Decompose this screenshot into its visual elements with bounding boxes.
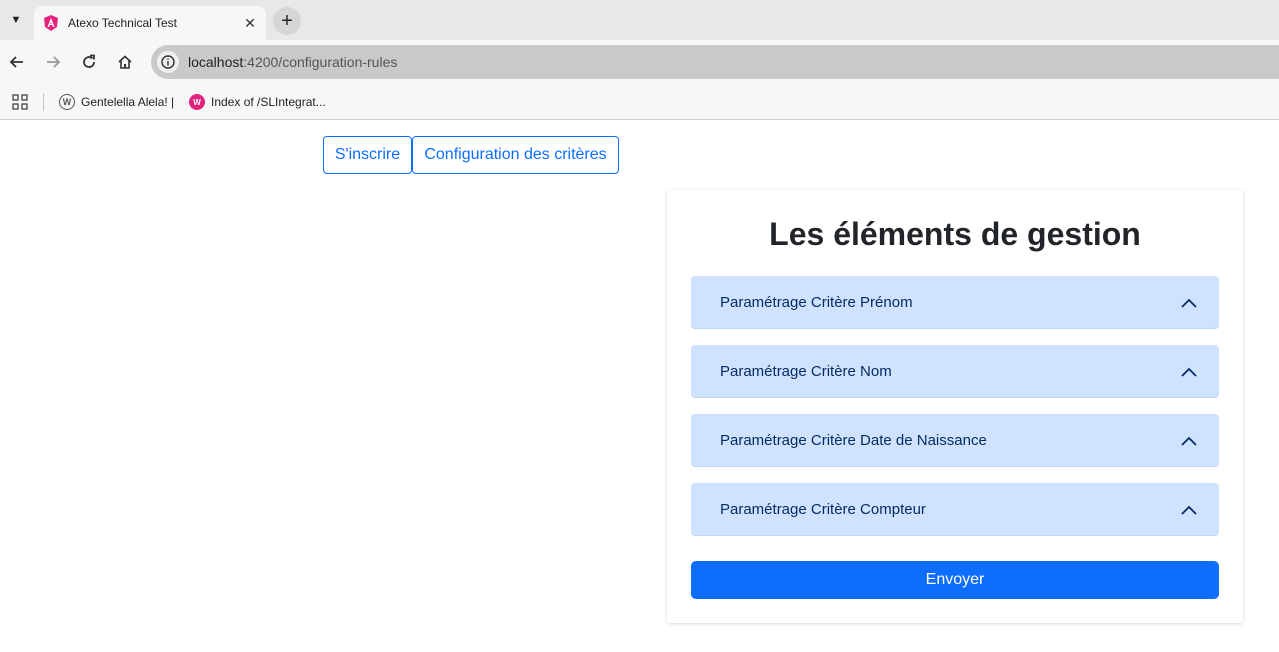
accordion-item-date-naissance[interactable]: Paramétrage Critère Date de Naissance (691, 414, 1219, 467)
tab-title: Atexo Technical Test (68, 16, 177, 30)
accordion-label: Paramétrage Critère Prénom (720, 294, 913, 311)
accordion-item-nom[interactable]: Paramétrage Critère Nom (691, 345, 1219, 398)
apps-grid-icon[interactable] (12, 94, 28, 110)
url-path: :4200/configuration-rules (243, 54, 398, 70)
accordion-label: Paramétrage Critère Date de Naissance (720, 432, 987, 449)
close-tab-icon[interactable]: ✕ (240, 13, 260, 33)
back-icon[interactable] (3, 48, 31, 76)
register-link[interactable]: S'inscrire (323, 136, 412, 174)
accordion-label: Paramétrage Critère Nom (720, 363, 892, 380)
chevron-up-icon (1179, 293, 1199, 313)
bookmarks-bar: W Gentelella Alela! | W Index of /SLInte… (0, 84, 1279, 120)
wordpress-icon: W (59, 94, 75, 110)
browser-tabbar: ▼ Atexo Technical Test ✕ + (0, 0, 1279, 40)
bookmark-index-of[interactable]: W Index of /SLIntegrat... (189, 92, 326, 112)
forward-icon[interactable] (39, 48, 67, 76)
site-info-icon[interactable] (157, 51, 179, 73)
url-host: localhost (188, 54, 244, 70)
management-card: Les éléments de gestion Paramétrage Crit… (667, 190, 1243, 623)
accordion-label: Paramétrage Critère Compteur (720, 501, 926, 518)
bookmark-label: Index of /SLIntegrat... (211, 95, 326, 109)
new-tab-button[interactable]: + (273, 7, 301, 35)
home-icon[interactable] (111, 48, 139, 76)
browser-toolbar: localhost:4200/configuration-rules (0, 40, 1279, 84)
tab-list-dropdown-icon[interactable]: ▼ (4, 8, 28, 32)
browser-tab[interactable]: Atexo Technical Test ✕ (34, 6, 266, 40)
chevron-up-icon (1179, 431, 1199, 451)
address-bar[interactable]: localhost:4200/configuration-rules (151, 45, 1279, 79)
bookmarks-separator (43, 93, 44, 111)
page-content: S'inscrire Configuration des critères Le… (0, 120, 1279, 651)
submit-button[interactable]: Envoyer (691, 561, 1219, 599)
page-title: Les éléments de gestion (769, 216, 1141, 252)
url-text: localhost:4200/configuration-rules (188, 54, 397, 70)
bookmark-gentelella[interactable]: W Gentelella Alela! | (59, 92, 174, 112)
reload-icon[interactable] (75, 48, 103, 76)
accordion-item-prenom[interactable]: Paramétrage Critère Prénom (691, 276, 1219, 329)
config-criteria-link[interactable]: Configuration des critères (412, 136, 619, 174)
wamp-icon: W (189, 94, 205, 110)
bookmark-label: Gentelella Alela! | (81, 95, 175, 109)
chevron-up-icon (1179, 500, 1199, 520)
angular-icon (44, 15, 58, 31)
chevron-up-icon (1179, 362, 1199, 382)
accordion-item-compteur[interactable]: Paramétrage Critère Compteur (691, 483, 1219, 536)
